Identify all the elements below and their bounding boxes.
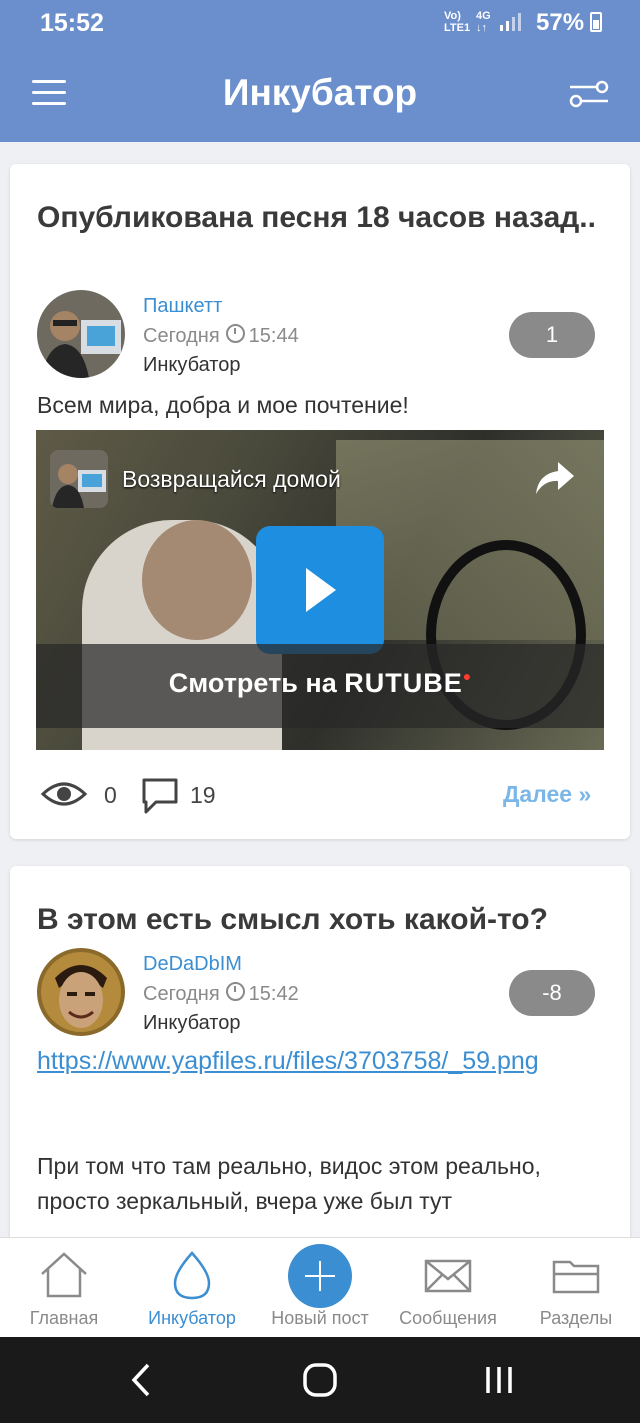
eye-icon <box>40 782 88 806</box>
envelope-icon <box>424 1259 472 1293</box>
nav-label: Сообщения <box>399 1308 497 1328</box>
nav-incubator[interactable]: Инкубатор <box>128 1238 256 1338</box>
post-date: Сегодня <box>143 983 220 1005</box>
network-4g: 4G ↓↑ <box>476 10 491 34</box>
battery-icon <box>590 12 602 32</box>
folder-icon <box>552 1260 600 1294</box>
nav-label: Инкубатор <box>148 1308 236 1328</box>
home-button-icon[interactable] <box>302 1361 338 1399</box>
app-bar: Инкубатор <box>0 46 640 142</box>
play-button[interactable] <box>256 526 384 654</box>
clock-icon <box>225 324 245 343</box>
post-title[interactable]: Опубликована песня 18 часов назад.. <box>37 196 610 239</box>
post-time: 15:44 <box>248 325 299 347</box>
avatar[interactable] <box>37 290 125 378</box>
nav-new-post[interactable]: Новый пост <box>256 1238 384 1338</box>
read-more-link[interactable]: Далее » <box>503 781 591 808</box>
video-embed[interactable]: Возвращайся домой Смотреть на RUTUBE● <box>36 430 604 750</box>
egg-icon <box>173 1251 211 1300</box>
nav-label: Главная <box>29 1308 99 1328</box>
nav-home[interactable]: Главная <box>0 1238 128 1338</box>
system-nav-bar <box>0 1337 640 1423</box>
author-name[interactable]: Пашкетт <box>143 295 222 318</box>
watch-label: Смотреть на <box>168 668 337 698</box>
rutube-logo: RUTUBE <box>344 668 463 698</box>
post-title[interactable]: В этом есть смысл хоть какой-то? <box>37 898 610 941</box>
back-icon[interactable] <box>128 1361 156 1399</box>
post-card: Опубликована песня 18 часов назад.. Пашк… <box>10 164 630 839</box>
avatar[interactable] <box>37 948 125 1036</box>
comment-icon[interactable] <box>140 776 180 816</box>
rating-badge: -8 <box>509 970 595 1016</box>
nav-sections[interactable]: Разделы <box>512 1238 640 1338</box>
post-meta: Сегодня 15:42 <box>143 982 299 1006</box>
post-time: 15:42 <box>248 983 299 1005</box>
recents-icon[interactable] <box>482 1361 518 1399</box>
nav-label: Разделы <box>539 1308 613 1328</box>
filter-icon[interactable] <box>568 80 610 108</box>
battery-percent: 57% <box>536 9 585 36</box>
plus-icon <box>288 1244 352 1308</box>
views-count: 0 <box>104 782 117 808</box>
post-card: В этом есть смысл хоть какой-то? DeDaDbI… <box>10 866 630 1246</box>
post-section[interactable]: Инкубатор <box>143 354 240 377</box>
post-text: Всем мира, добра и мое почтение! <box>37 392 409 418</box>
share-icon[interactable] <box>534 460 576 496</box>
post-section[interactable]: Инкубатор <box>143 1012 240 1035</box>
comments-count: 19 <box>190 782 216 808</box>
watch-on-rutube-bar[interactable]: Смотреть на RUTUBE● <box>36 644 604 728</box>
post-date: Сегодня <box>143 325 220 347</box>
post-text: При том что там реально, видос этом реал… <box>37 1153 541 1214</box>
signal-icon <box>500 13 521 31</box>
page-title: Инкубатор <box>222 72 418 113</box>
video-title[interactable]: Возвращайся домой <box>122 466 341 493</box>
nav-messages[interactable]: Сообщения <box>384 1238 512 1338</box>
rating-badge: 1 <box>509 312 595 358</box>
status-time: 15:52 <box>40 9 104 37</box>
post-meta: Сегодня 15:44 <box>143 324 299 348</box>
nav-label: Новый пост <box>271 1308 369 1328</box>
status-bar: 15:52 Vo) LTE1 4G ↓↑ 57% <box>0 0 640 46</box>
network-indicator: Vo) LTE1 <box>444 10 471 34</box>
post-link[interactable]: https://www.yapfiles.ru/files/3703758/_5… <box>37 1044 580 1079</box>
home-icon <box>41 1252 87 1298</box>
video-channel-avatar[interactable] <box>50 450 108 508</box>
author-name[interactable]: DeDaDbIM <box>143 953 242 976</box>
bottom-nav: Главная Инкубатор Новый пост Сообщения Р… <box>0 1237 640 1338</box>
clock-icon <box>225 982 245 1001</box>
